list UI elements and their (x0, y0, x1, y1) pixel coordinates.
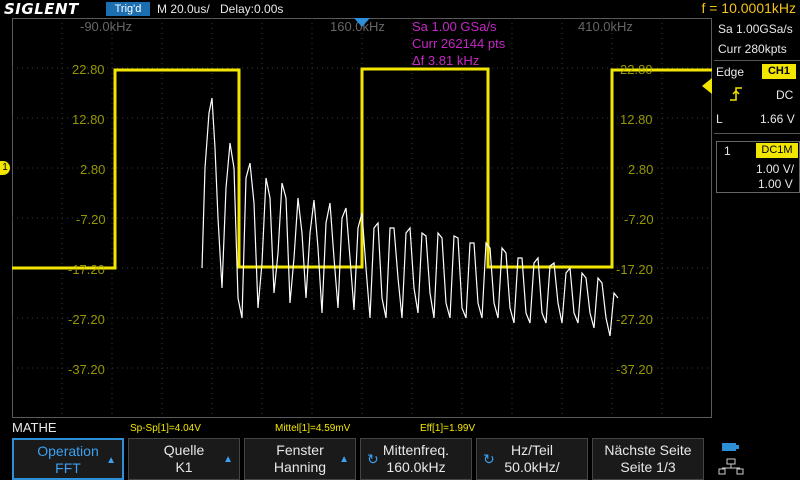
db-label: -27.20 (68, 312, 105, 327)
db-label: 12.80 (620, 112, 653, 127)
softkey-hz-per-div[interactable]: ↻ Hz/Teil 50.0kHz/ (476, 438, 588, 480)
softkey-value: Seite 1/3 (620, 459, 676, 475)
divider (714, 60, 800, 61)
waveform-grid (12, 18, 712, 418)
divider (714, 133, 800, 134)
db-label: -7.20 (76, 212, 106, 227)
db-label: -37.20 (68, 362, 105, 377)
softkey-title: Nächste Seite (604, 442, 692, 458)
fft-waveform (201, 97, 619, 337)
db-label: -27.20 (616, 312, 653, 327)
db-label: -37.20 (616, 362, 653, 377)
rotary-knob-icon: ↻ (483, 451, 495, 467)
freq-label-right: 410.0kHz (578, 19, 633, 34)
softkey-center-freq[interactable]: ↻ Mittenfreq. 160.0kHz (360, 438, 472, 480)
softkey-next-page[interactable]: Nächste Seite Seite 1/3 (592, 438, 704, 480)
math-sample-rate: Sa 1.00 GSa/s (412, 19, 497, 34)
volts-per-div: 1.00 V/ (756, 162, 795, 176)
softkey-source[interactable]: Quelle K1 ▲ (128, 438, 240, 480)
freq-label-left: -90.0kHz (80, 19, 133, 34)
delay-readout[interactable]: Delay:0.00s (220, 2, 283, 16)
softkey-window[interactable]: Fenster Hanning ▲ (244, 438, 356, 480)
frequency-counter: f = 10.0001kHz (701, 0, 796, 16)
up-arrow-icon: ▲ (223, 454, 233, 465)
db-label: 2.80 (628, 162, 654, 177)
db-label: 22.80 (620, 62, 653, 77)
brand-logo: SIGLENT (4, 0, 79, 18)
db-label: -17.20 (616, 262, 653, 277)
sample-rate-readout: Sa 1.00GSa/s (718, 22, 793, 36)
trigger-status-badge: Trig'd (106, 2, 150, 16)
channel-coupling-badge: DC1M (756, 143, 798, 158)
center-freq-marker-icon (354, 18, 370, 27)
measurement-pk-pk: Sp-Sp[1]=4.04V (130, 423, 201, 434)
db-label: 12.80 (72, 112, 105, 127)
db-label: 2.80 (80, 162, 106, 177)
channel-offset: 1.00 V (758, 177, 793, 191)
rising-edge-icon (730, 87, 742, 101)
memory-depth-readout: Curr 280kpts (718, 42, 787, 56)
db-label: -17.20 (68, 262, 105, 277)
math-points: Curr 262144 pts (412, 36, 506, 51)
up-arrow-icon: ▲ (106, 455, 116, 466)
timebase-readout[interactable]: M 20.0us/ (157, 2, 210, 16)
math-delta-f: Δf 3.81 kHz (412, 53, 480, 68)
trigger-level-label: L (716, 112, 723, 126)
network-icon (718, 443, 744, 475)
trigger-level-arrow-icon (702, 78, 712, 94)
db-label: -7.20 (624, 212, 654, 227)
softkey-operation[interactable]: Operation FFT ▲ (12, 438, 124, 480)
trigger-type[interactable]: Edge (716, 65, 744, 79)
ch1-offset-marker[interactable]: 1 (0, 161, 10, 175)
measurement-rms: Eff[1]=1.99V (420, 423, 476, 434)
trigger-coupling: DC (776, 88, 794, 102)
db-label: 22.80 (72, 62, 105, 77)
measurement-mean: Mittel[1]=4.59mV (275, 423, 351, 434)
rotary-knob-icon: ↻ (367, 451, 379, 467)
trigger-source-badge[interactable]: CH1 (762, 64, 796, 79)
trigger-level-value: 1.66 V (760, 112, 795, 126)
math-mode-label: MATHE (12, 420, 57, 435)
channel-number: 1 (724, 144, 731, 158)
up-arrow-icon: ▲ (339, 454, 349, 465)
